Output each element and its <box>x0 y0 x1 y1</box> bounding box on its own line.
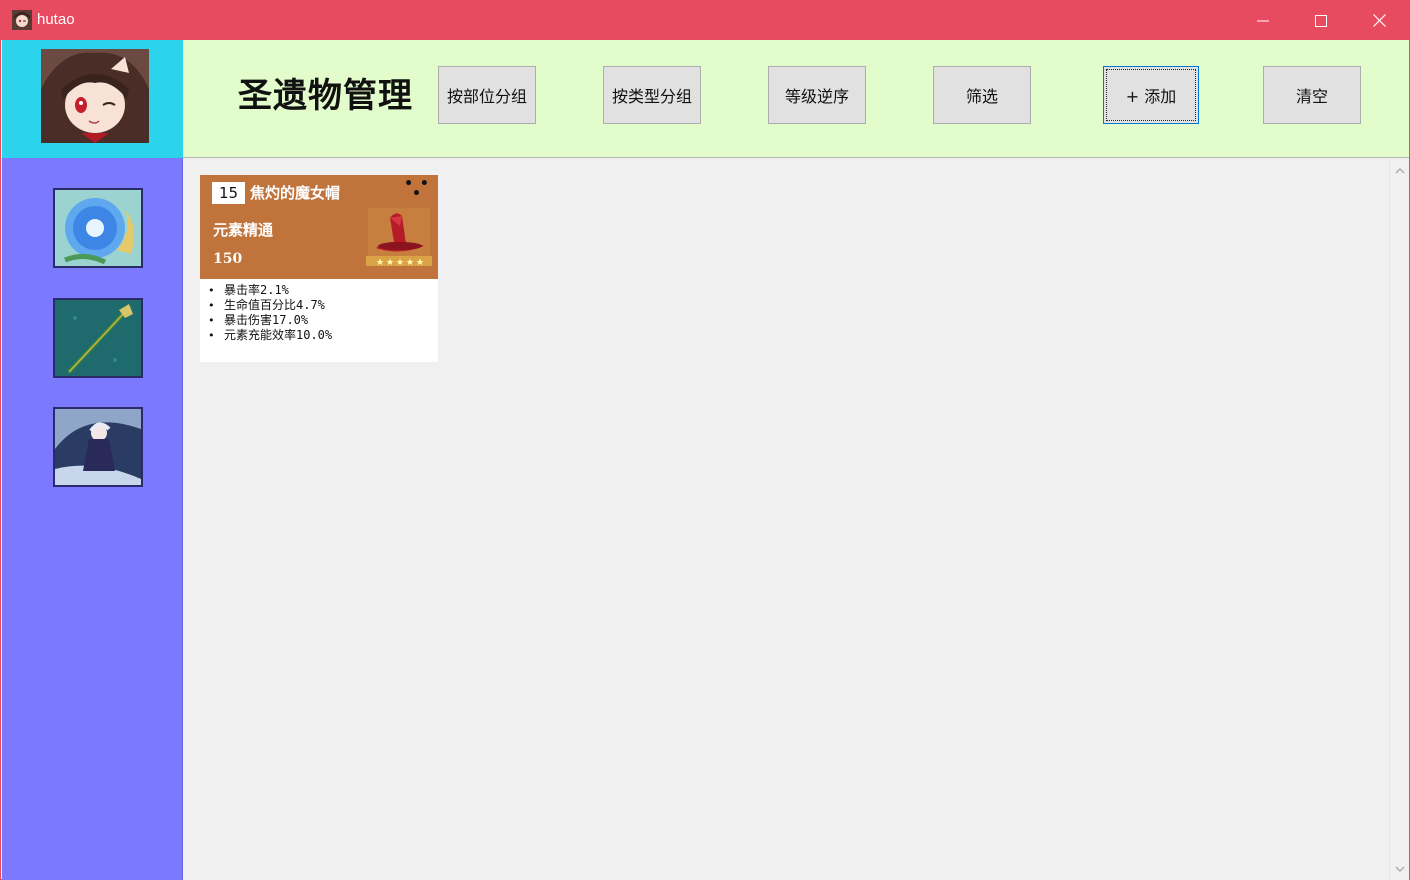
maximize-icon[interactable] <box>1292 1 1350 40</box>
artifact-substats: 暴击率2.1% 生命值百分比4.7% 暴击伤害17.0% 元素充能效率10.0% <box>206 283 332 343</box>
substat-item: 暴击率2.1% <box>206 283 332 298</box>
sidebar <box>2 158 183 880</box>
witch-hat-icon <box>366 206 432 266</box>
page-title: 圣遗物管理 <box>238 76 413 116</box>
sidebar-item-weapons[interactable] <box>53 298 143 378</box>
avatar-panel <box>2 40 183 158</box>
close-icon[interactable] <box>1350 1 1408 40</box>
weapon-staff-icon <box>55 300 141 376</box>
substat-item: 生命值百分比4.7% <box>206 298 332 313</box>
substat-item: 元素充能效率10.0% <box>206 328 332 343</box>
artifact-level-badge: 15 <box>212 182 245 204</box>
header-toolbar: 圣遗物管理 按部位分组 按类型分组 等级逆序 筛选 + 添加 清空 <box>183 40 1409 158</box>
artifact-main-stat: 元素精通 <box>213 221 274 239</box>
hutao-avatar-icon[interactable] <box>41 49 149 143</box>
add-button[interactable]: + 添加 <box>1103 66 1199 124</box>
artifact-list: 15 焦灼的魔女帽 • • • 元素精通 150 • 暴击率2.1% • 生命值… <box>183 159 1389 880</box>
app-window: hutao 圣遗物管理 按部位分组 按类型分组 等级逆序 筛选 + 添加 清空 … <box>0 0 1410 880</box>
artifact-main-value: 150 <box>213 251 243 267</box>
vertical-scrollbar[interactable] <box>1389 159 1409 880</box>
clear-button[interactable]: 清空 <box>1263 66 1361 124</box>
minimize-icon[interactable] <box>1234 1 1292 40</box>
substat-item: 暴击伤害17.0% <box>206 313 332 328</box>
window-title: hutao <box>37 11 75 28</box>
sidebar-item-artifacts[interactable] <box>53 188 143 268</box>
group-by-type-button[interactable]: 按类型分组 <box>603 66 701 124</box>
scroll-down-icon[interactable] <box>1394 863 1406 875</box>
flower-icon <box>55 190 141 266</box>
filter-button[interactable]: 筛选 <box>933 66 1031 124</box>
level-reverse-button[interactable]: 等级逆序 <box>768 66 866 124</box>
character-icon <box>55 409 141 485</box>
hutao-avatar-icon <box>12 10 32 30</box>
more-options-icon[interactable]: • • • <box>403 177 431 201</box>
sidebar-item-characters[interactable] <box>53 407 143 487</box>
artifact-card-header: 15 焦灼的魔女帽 • • • 元素精通 150 <box>200 175 438 279</box>
scroll-up-icon[interactable] <box>1394 165 1406 177</box>
group-by-slot-button[interactable]: 按部位分组 <box>438 66 536 124</box>
title-bar: hutao <box>1 1 1409 40</box>
artifact-name: 焦灼的魔女帽 <box>250 184 341 202</box>
artifact-card[interactable]: 15 焦灼的魔女帽 • • • 元素精通 150 • 暴击率2.1% • 生命值… <box>200 175 438 362</box>
